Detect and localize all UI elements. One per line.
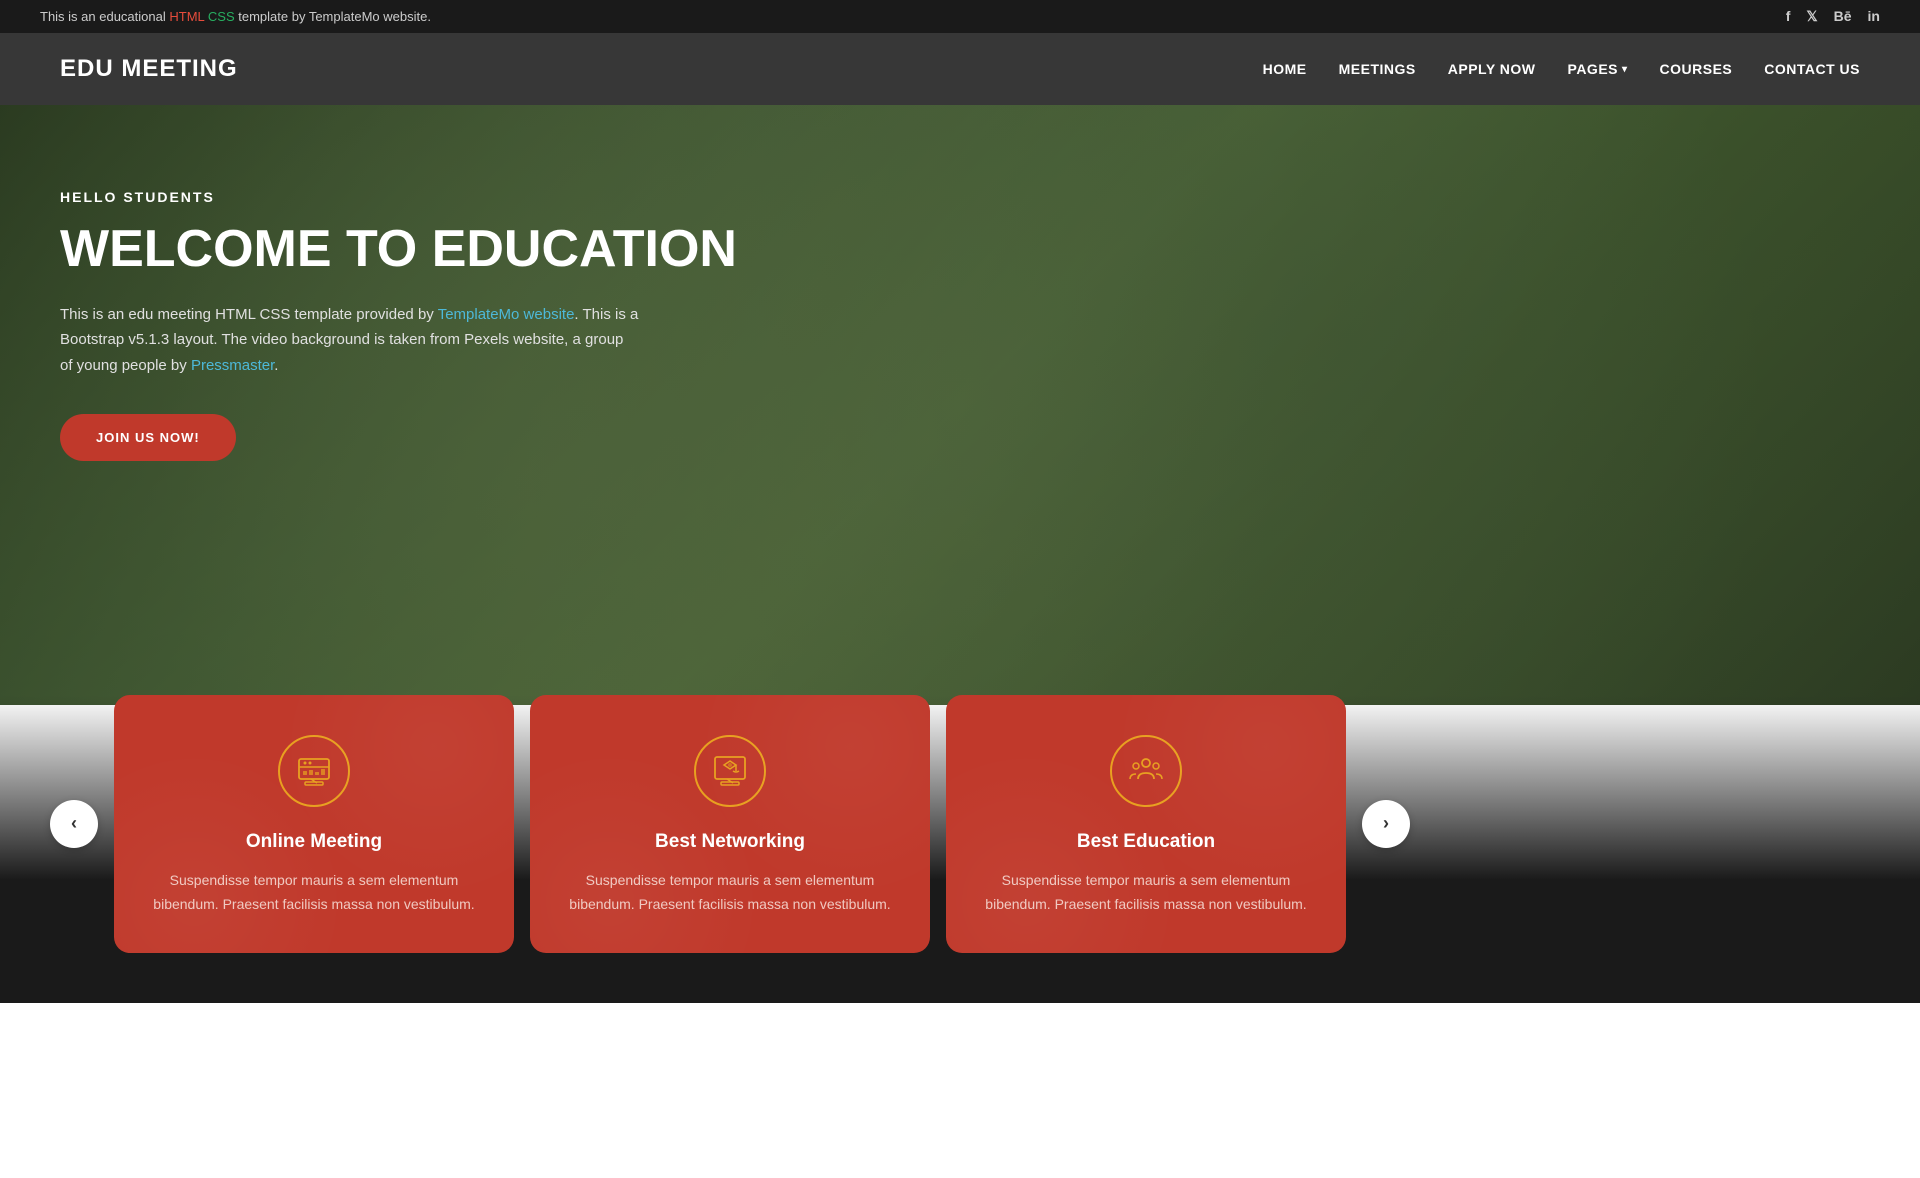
top-bar: This is an educational HTML CSS template… xyxy=(0,0,1920,33)
nav-courses[interactable]: COURSES xyxy=(1660,61,1733,77)
join-now-button[interactable]: JOIN US NOW! xyxy=(60,414,236,461)
pressmaster-link[interactable]: Pressmaster xyxy=(191,357,274,374)
hero-subtitle: HELLO STUDENTS xyxy=(60,189,737,205)
templatemo-link[interactable]: TemplateMo website xyxy=(438,306,575,323)
cards-section: ‹ Online Meeting Susp xyxy=(0,695,1920,1003)
facebook-icon[interactable]: f xyxy=(1786,8,1791,25)
linkedin-icon[interactable]: in xyxy=(1868,8,1880,25)
top-bar-message: This is an educational HTML CSS template… xyxy=(40,9,431,24)
hero-description: This is an edu meeting HTML CSS template… xyxy=(60,302,640,379)
card-best-networking-text: Suspendisse tempor mauris a sem elementu… xyxy=(560,869,900,917)
behance-icon[interactable]: Bē xyxy=(1834,8,1852,25)
nav-pages-label: PAGES xyxy=(1568,61,1618,77)
nav-links-group: HOME MEETINGS APPLY NOW PAGES ▾ COURSES … xyxy=(1263,61,1860,77)
carousel-next-button[interactable]: › xyxy=(1362,800,1410,848)
card-best-networking-title: Best Networking xyxy=(560,831,900,853)
card-online-meeting-text: Suspendisse tempor mauris a sem elementu… xyxy=(144,869,484,917)
best-networking-icon xyxy=(694,735,766,807)
top-bar-text-before: This is an educational xyxy=(40,9,169,24)
nav-meetings[interactable]: MEETINGS xyxy=(1339,61,1416,77)
hero-desc-part3: . xyxy=(274,357,278,374)
top-bar-text-after: template by TemplateMo website. xyxy=(235,9,431,24)
next-icon: › xyxy=(1383,813,1389,834)
hero-content: HELLO STUDENTS WELCOME TO EDUCATION This… xyxy=(60,189,737,462)
hero-wrapper: HELLO STUDENTS WELCOME TO EDUCATION This… xyxy=(0,105,1920,1003)
site-logo[interactable]: EDU MEETING xyxy=(60,55,238,83)
top-bar-css: CSS xyxy=(208,9,235,24)
chevron-down-icon: ▾ xyxy=(1622,64,1628,75)
card-online-meeting-title: Online Meeting xyxy=(144,831,484,853)
card-best-education: Best Education Suspendisse tempor mauris… xyxy=(946,695,1346,953)
social-icons-group: f 𝕏 Bē in xyxy=(1786,8,1880,25)
card-best-education-title: Best Education xyxy=(976,831,1316,853)
nav-home[interactable]: HOME xyxy=(1263,61,1307,77)
card-best-networking: Best Networking Suspendisse tempor mauri… xyxy=(530,695,930,953)
twitter-icon[interactable]: 𝕏 xyxy=(1806,8,1817,25)
online-meeting-icon xyxy=(278,735,350,807)
nav-contact-us[interactable]: CONTACT US xyxy=(1764,61,1860,77)
prev-icon: ‹ xyxy=(71,813,77,834)
card-online-meeting: Online Meeting Suspendisse tempor mauris… xyxy=(114,695,514,953)
navbar: EDU MEETING HOME MEETINGS APPLY NOW PAGE… xyxy=(0,33,1920,105)
top-bar-html: HTML xyxy=(169,9,204,24)
best-education-icon xyxy=(1110,735,1182,807)
nav-apply-now[interactable]: APPLY NOW xyxy=(1448,61,1536,77)
card-best-education-text: Suspendisse tempor mauris a sem elementu… xyxy=(976,869,1316,917)
carousel-prev-button[interactable]: ‹ xyxy=(50,800,98,848)
hero-section: HELLO STUDENTS WELCOME TO EDUCATION This… xyxy=(0,105,1920,705)
nav-pages[interactable]: PAGES ▾ xyxy=(1568,61,1628,77)
hero-title: WELCOME TO EDUCATION xyxy=(60,221,737,278)
hero-desc-part1: This is an edu meeting HTML CSS template… xyxy=(60,306,438,323)
